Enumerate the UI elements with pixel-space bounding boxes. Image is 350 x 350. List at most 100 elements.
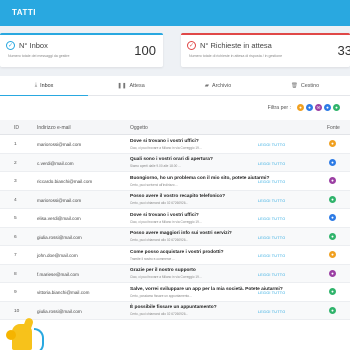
top-bar: TATTI bbox=[0, 0, 350, 26]
email-icon[interactable]: ✉ bbox=[315, 104, 322, 111]
chat-icon[interactable]: ● bbox=[297, 104, 304, 111]
row-preview: Certo, puoi chiamarci allo 02 67260926..… bbox=[130, 238, 189, 242]
source-icon: ● bbox=[329, 306, 336, 314]
table-header: ID Indirizzo e-mail Oggetto Fonte bbox=[0, 120, 350, 135]
read-all-link[interactable]: LEGGI TUTTO bbox=[258, 310, 285, 314]
row-subject: Posso avere il vostro recapito telefonic… bbox=[130, 194, 226, 199]
table-row[interactable]: 1 mariorossi@mail.com Dove si trovano i vo… bbox=[0, 135, 350, 154]
row-preview: Certo, puoi scriverci all'indirizzo ... bbox=[130, 182, 179, 187]
header-subject: Oggetto bbox=[130, 125, 148, 131]
read-all-link[interactable]: LEGGI TUTTO bbox=[258, 273, 285, 277]
row-preview: Siamo aperti dalle 9.00 alle 18.00 ... bbox=[130, 164, 181, 168]
tab-cestino[interactable]: 🗑 Cestino bbox=[261, 76, 349, 96]
row-id: 10 bbox=[14, 308, 20, 314]
row-subject: È possibile fissare un appuntamento? bbox=[130, 305, 217, 310]
row-email: mariorossi@mail.com bbox=[37, 142, 82, 147]
row-email: giulia.rossi@mail.com bbox=[37, 308, 82, 314]
table-row[interactable]: 10 giulia.rossi@mail.com È possibile fissa… bbox=[0, 301, 350, 320]
row-preview: Ciao, ci puoi trovare a Milano in via Co… bbox=[130, 219, 202, 224]
row-email: f.mariese@mail.com bbox=[37, 271, 79, 277]
tab-inbox[interactable]: ⤓ Inbox bbox=[0, 76, 88, 96]
source-icon: ● bbox=[329, 195, 336, 203]
table-row[interactable]: 2 c.verdi@mail.com Quali sono i vostri ora… bbox=[0, 153, 350, 172]
row-subject: Come posso acquistare i vostri prodotti? bbox=[130, 249, 224, 255]
table-row[interactable]: 4 mariorossi@mail.com Posso avere il vostr… bbox=[0, 190, 350, 209]
tab-label: Inbox bbox=[40, 82, 54, 89]
tab-label: Archivio bbox=[212, 83, 232, 89]
inbox-card-title: N° Inbox bbox=[19, 41, 48, 50]
source-icon: ● bbox=[329, 140, 336, 147]
row-email: c.verdi@mail.com bbox=[37, 160, 74, 166]
row-subject: Dove si trovano i vostri uffici? bbox=[130, 138, 199, 144]
messages-table: ID Indirizzo e-mail Oggetto Fonte 1 mario… bbox=[0, 120, 350, 320]
inbox-count: 100 bbox=[134, 43, 156, 58]
read-all-link[interactable]: LEGGI TUTTO bbox=[258, 291, 285, 295]
source-icon: ● bbox=[329, 158, 336, 166]
messenger-icon[interactable]: ● bbox=[306, 104, 313, 111]
row-id: 6 bbox=[14, 234, 17, 240]
sms-icon[interactable]: ● bbox=[324, 104, 331, 111]
row-subject: Posso avere maggiori info sui vostri ser… bbox=[130, 231, 232, 236]
read-all-link[interactable]: LEGGI TUTTO bbox=[258, 236, 285, 240]
row-id: 7 bbox=[14, 253, 17, 258]
row-id: 1 bbox=[14, 142, 17, 147]
source-icon: ● bbox=[329, 232, 336, 240]
row-preview: Certo, puoi chiamarci allo 02 67260926..… bbox=[130, 201, 189, 205]
messages-panel: ⤓ Inbox ❚❚ Attesa ▰ Archivio 🗑 Cestino F… bbox=[0, 76, 350, 350]
waiting-count-card: ✓ N° Richieste in attesa Numero totale d… bbox=[181, 33, 350, 67]
download-icon: ⤓ bbox=[34, 82, 38, 88]
table-body: 1 mariorossi@mail.com Dove si trovano i vo… bbox=[0, 135, 350, 320]
tab-archivio[interactable]: ▰ Archivio bbox=[174, 76, 262, 96]
check-icon: ✓ bbox=[187, 41, 196, 50]
source-icon: ● bbox=[329, 269, 336, 277]
tab-attesa[interactable]: ❚❚ Attesa bbox=[87, 76, 175, 96]
row-email: riccardo.bianchi@mail.com bbox=[37, 179, 93, 184]
row-id: 9 bbox=[14, 290, 17, 295]
row-subject: Dove si trovano i vostri uffici? bbox=[130, 212, 199, 218]
waiting-card-subtitle: Numero totale di richieste in attesa di … bbox=[189, 54, 283, 58]
source-icon: ● bbox=[329, 288, 336, 295]
source-filter: Filtra per : ● ● ✉ ● ● bbox=[268, 104, 340, 111]
trash-icon: 🗑 bbox=[290, 83, 298, 89]
waiting-count: 33 bbox=[337, 43, 350, 58]
waiting-card-title: N° Richieste in attesa bbox=[200, 41, 272, 50]
row-id: 3 bbox=[14, 179, 17, 184]
read-all-link[interactable]: LEGGI TUTTO bbox=[258, 162, 285, 166]
row-id: 4 bbox=[14, 197, 17, 203]
check-icon: ✓ bbox=[6, 41, 15, 50]
read-all-link[interactable]: LEGGI TUTTO bbox=[258, 143, 285, 147]
table-row[interactable]: 7 john.doe@mail.com Come posso acquistare … bbox=[0, 246, 350, 265]
header-id: ID bbox=[14, 125, 19, 131]
inbox-card-subtitle: Numero totale dei messaggi da gestire bbox=[8, 54, 70, 58]
row-preview: Ciao, ci puoi trovare a Milano in via Co… bbox=[130, 275, 202, 279]
tab-label: Attesa bbox=[129, 83, 145, 89]
table-row[interactable]: 9 vittoria.bianchi@mail.com Salve, vorrei … bbox=[0, 283, 350, 302]
row-email: giulia.rossi@mail.com bbox=[37, 234, 82, 240]
read-all-link[interactable]: LEGGI TUTTO bbox=[258, 180, 285, 184]
read-all-link[interactable]: LEGGI TUTTO bbox=[258, 254, 285, 258]
row-subject: Buongiorno, ho un problema con il mio si… bbox=[130, 175, 270, 181]
header-source: Fonte bbox=[327, 125, 340, 131]
inbox-count-card: ✓ N° Inbox Numero totale dei messaggi da… bbox=[0, 33, 163, 67]
thumbs-up-illustration bbox=[6, 317, 44, 350]
page-title: TATTI bbox=[12, 8, 36, 17]
tab-bar: ⤓ Inbox ❚❚ Attesa ▰ Archivio 🗑 Cestino bbox=[0, 76, 350, 96]
row-preview: Tramite il nostro e-commerce ... bbox=[130, 256, 175, 261]
source-icon: ● bbox=[329, 251, 336, 258]
row-id: 5 bbox=[14, 216, 17, 221]
table-row[interactable]: 3 riccardo.bianchi@mail.com Buongiorno, ho… bbox=[0, 172, 350, 191]
tab-label: Cestino bbox=[300, 83, 320, 89]
row-subject: Grazie per il nostro supporto bbox=[130, 268, 196, 273]
read-all-link[interactable]: LEGGI TUTTO bbox=[258, 217, 285, 221]
row-id: 8 bbox=[14, 271, 17, 277]
read-all-link[interactable]: LEGGI TUTTO bbox=[258, 199, 285, 203]
row-preview: Ciao, ci puoi trovare a Milano in via Co… bbox=[130, 145, 202, 150]
table-row[interactable]: 8 f.mariese@mail.com Grazie per il nostro … bbox=[0, 264, 350, 283]
row-email: john.doe@mail.com bbox=[37, 253, 78, 258]
table-row[interactable]: 6 giulia.rossi@mail.com Posso avere maggio… bbox=[0, 227, 350, 246]
filter-label: Filtra per : bbox=[267, 104, 291, 111]
row-preview: Certo, puoi chiamarci allo 02 67260926..… bbox=[130, 312, 189, 316]
whatsapp-icon[interactable]: ● bbox=[333, 104, 340, 111]
table-row[interactable]: 5 elisa.verdi@mail.com Dove si trovano i v… bbox=[0, 209, 350, 228]
row-id: 2 bbox=[14, 160, 17, 166]
